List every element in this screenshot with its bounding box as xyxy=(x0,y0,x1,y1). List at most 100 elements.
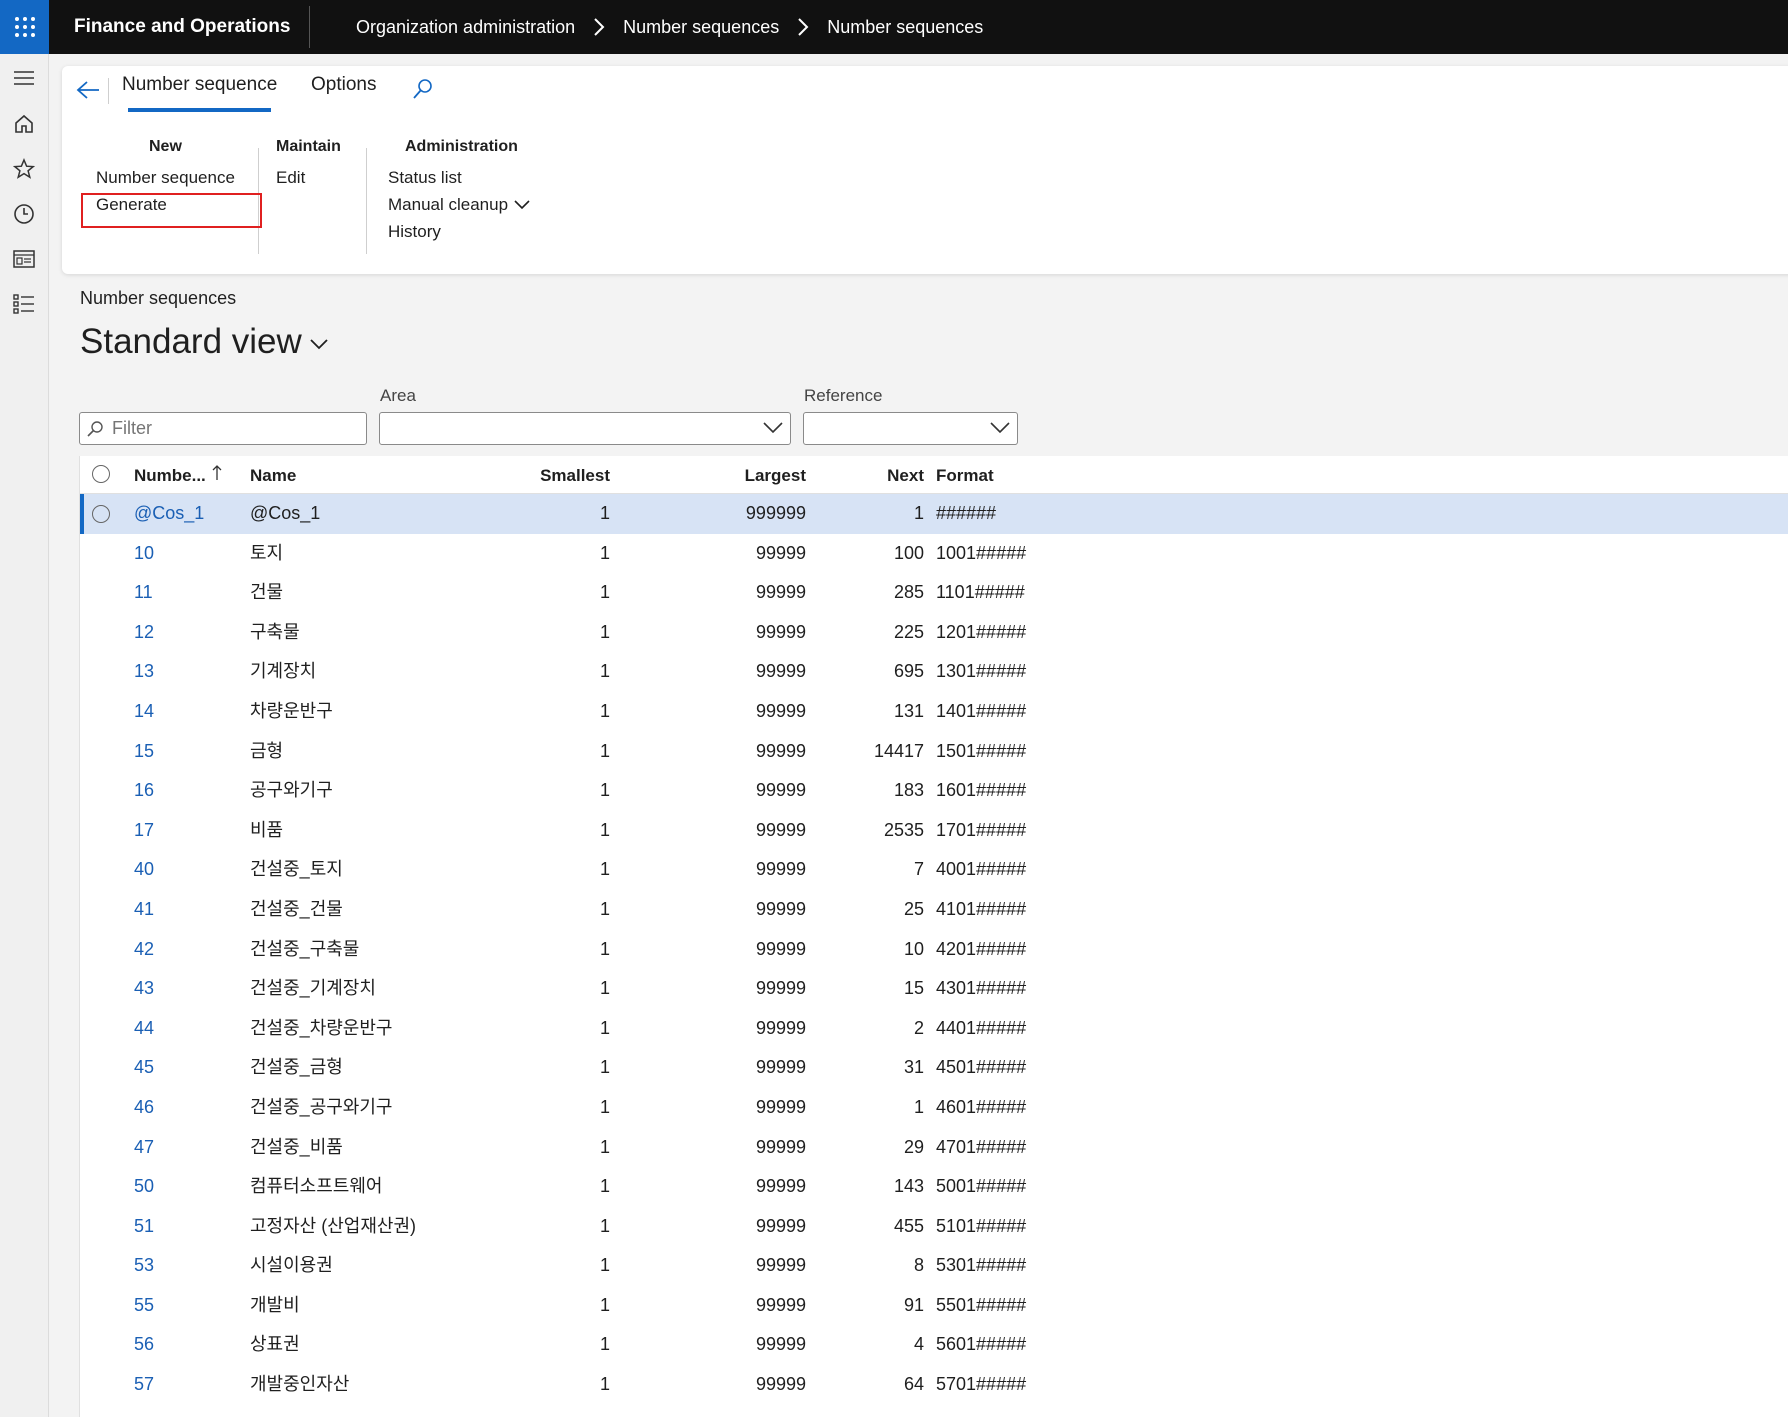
star-icon[interactable] xyxy=(9,154,39,184)
manual-cleanup-button[interactable]: Manual cleanup xyxy=(388,191,530,218)
hamburger-icon[interactable] xyxy=(9,63,39,93)
table-row[interactable]: 46 건설중_공구와기구 1 99999 1 4601##### xyxy=(80,1088,1788,1128)
area-dropdown[interactable] xyxy=(379,412,791,445)
row-number-link[interactable]: 11 xyxy=(134,573,153,613)
row-largest: 99999 xyxy=(755,1017,806,1038)
row-number-link[interactable]: 45 xyxy=(134,1048,154,1088)
row-number-link[interactable]: 57 xyxy=(134,1365,154,1405)
row-name: 토지 xyxy=(250,542,284,563)
row-largest: 99999 xyxy=(755,740,806,761)
row-name: 컴퓨터소프트웨어 xyxy=(250,1176,383,1197)
row-smallest: 1 xyxy=(599,898,610,919)
row-number-link[interactable]: 41 xyxy=(134,890,154,930)
table-row[interactable]: 17 비품 1 99999 2535 1701##### xyxy=(80,811,1788,851)
row-number-link[interactable]: @Cos_1 xyxy=(134,494,204,534)
row-smallest: 1 xyxy=(599,582,610,603)
table-row[interactable]: 47 건설중_비품 1 99999 29 4701##### xyxy=(80,1128,1788,1168)
table-row[interactable]: 16 공구와기구 1 99999 183 1601##### xyxy=(80,771,1788,811)
history-button[interactable]: History xyxy=(388,218,530,245)
search-icon[interactable] xyxy=(410,76,436,102)
table-row[interactable]: 42 건설중_구축물 1 99999 10 4201##### xyxy=(80,930,1788,970)
edit-button[interactable]: Edit xyxy=(276,164,341,191)
list-icon[interactable] xyxy=(9,289,39,319)
column-header-next[interactable]: Next xyxy=(820,456,924,493)
app-launcher-icon[interactable] xyxy=(0,0,49,54)
row-select-radio[interactable] xyxy=(92,494,110,534)
table-row[interactable]: 43 건설중_기계장치 1 99999 15 4301##### xyxy=(80,969,1788,1009)
sort-up-icon xyxy=(212,465,222,485)
row-number-link[interactable]: 51 xyxy=(134,1207,154,1247)
row-number-link[interactable]: 15 xyxy=(134,732,154,772)
breadcrumb-item[interactable]: Number sequences xyxy=(827,17,983,38)
row-number-link[interactable]: 16 xyxy=(134,771,154,811)
table-row[interactable]: 14 차량운반구 1 99999 131 1401##### xyxy=(80,692,1788,732)
row-largest: 99999 xyxy=(755,1215,806,1236)
chevron-down-icon xyxy=(310,339,328,350)
table-row[interactable]: 45 건설중_금형 1 99999 31 4501##### xyxy=(80,1048,1788,1088)
row-number-link[interactable]: 46 xyxy=(134,1088,154,1128)
row-number-link[interactable]: 47 xyxy=(134,1128,154,1168)
row-next: 2535 xyxy=(883,819,924,840)
column-header-number[interactable]: Numbe... xyxy=(134,456,222,493)
view-selector[interactable]: Standard view xyxy=(80,322,328,362)
table-row[interactable]: 10 토지 1 99999 100 1001##### xyxy=(80,534,1788,574)
table-row[interactable]: @Cos_1 @Cos_1 1 999999 1 ###### xyxy=(80,494,1788,534)
row-format: 4601##### xyxy=(936,1096,1027,1117)
tab-number-sequence[interactable]: Number sequence xyxy=(122,74,277,112)
row-format: 5601##### xyxy=(936,1334,1027,1355)
table-row[interactable]: 50 컴퓨터소프트웨어 1 99999 143 5001##### xyxy=(80,1167,1788,1207)
row-number-link[interactable]: 42 xyxy=(134,930,154,970)
tab-options[interactable]: Options xyxy=(311,74,376,96)
row-next: 8 xyxy=(913,1255,924,1276)
reference-dropdown[interactable] xyxy=(803,412,1018,445)
filter-input[interactable] xyxy=(110,417,354,440)
column-header-name[interactable]: Name xyxy=(250,456,296,493)
row-smallest: 1 xyxy=(599,503,610,523)
row-number-link[interactable]: 50 xyxy=(134,1167,154,1207)
row-number-link[interactable]: 55 xyxy=(134,1286,154,1326)
row-format: ###### xyxy=(936,503,997,523)
breadcrumb-item[interactable]: Organization administration xyxy=(356,17,575,38)
table-row[interactable]: 53 시설이용권 1 99999 8 5301##### xyxy=(80,1246,1788,1286)
row-number-link[interactable]: 43 xyxy=(134,969,154,1009)
table-row[interactable]: 57 개발중인자산 1 99999 64 5701##### xyxy=(80,1365,1788,1405)
table-row[interactable]: 51 고정자산 (산업재산권) 1 99999 455 5101##### xyxy=(80,1207,1788,1247)
row-number-link[interactable]: 10 xyxy=(134,534,154,574)
status-list-button[interactable]: Status list xyxy=(388,164,530,191)
row-number-link[interactable]: 40 xyxy=(134,850,154,890)
new-number-sequence-button[interactable]: Number sequence xyxy=(96,164,235,191)
table-row[interactable]: 55 개발비 1 99999 91 5501##### xyxy=(80,1286,1788,1326)
column-header-smallest[interactable]: Smallest xyxy=(510,456,610,493)
row-number-link[interactable]: 12 xyxy=(134,613,154,653)
breadcrumb-item[interactable]: Number sequences xyxy=(623,17,779,38)
row-number-link[interactable]: 44 xyxy=(134,1009,154,1049)
row-next: 14417 xyxy=(873,740,924,761)
table-row[interactable]: 13 기계장치 1 99999 695 1301##### xyxy=(80,652,1788,692)
row-format: 5101##### xyxy=(936,1215,1027,1236)
table-row[interactable]: 56 상표권 1 99999 4 5601##### xyxy=(80,1325,1788,1365)
table-row[interactable]: 41 건설중_건물 1 99999 25 4101##### xyxy=(80,890,1788,930)
back-arrow-icon[interactable] xyxy=(74,76,102,104)
row-number-link[interactable]: 53 xyxy=(134,1246,154,1286)
table-row[interactable]: 44 건설중_차량운반구 1 99999 2 4401##### xyxy=(80,1009,1788,1049)
row-number-link[interactable]: 17 xyxy=(134,811,154,851)
app-title[interactable]: Finance and Operations xyxy=(74,0,290,54)
select-all-checkbox[interactable] xyxy=(92,465,110,483)
table-row[interactable]: 15 금형 1 99999 14417 1501##### xyxy=(80,732,1788,772)
row-smallest: 1 xyxy=(599,1017,610,1038)
table-row[interactable]: 12 구축물 1 99999 225 1201##### xyxy=(80,613,1788,653)
home-icon[interactable] xyxy=(9,109,39,139)
row-number-link[interactable]: 14 xyxy=(134,692,154,732)
row-number-link[interactable]: 56 xyxy=(134,1325,154,1365)
filter-field[interactable] xyxy=(79,412,367,445)
table-row[interactable]: 11 건물 1 99999 285 1101##### xyxy=(80,573,1788,613)
workspace-icon[interactable] xyxy=(9,244,39,274)
column-header-format[interactable]: Format xyxy=(936,456,994,493)
row-format: 5001##### xyxy=(936,1176,1027,1197)
clock-icon[interactable] xyxy=(9,199,39,229)
row-name: 건물 xyxy=(250,582,284,603)
row-smallest: 1 xyxy=(599,1096,610,1117)
table-row[interactable]: 40 건설중_토지 1 99999 7 4001##### xyxy=(80,850,1788,890)
column-header-largest[interactable]: Largest xyxy=(620,456,806,493)
row-number-link[interactable]: 13 xyxy=(134,652,154,692)
